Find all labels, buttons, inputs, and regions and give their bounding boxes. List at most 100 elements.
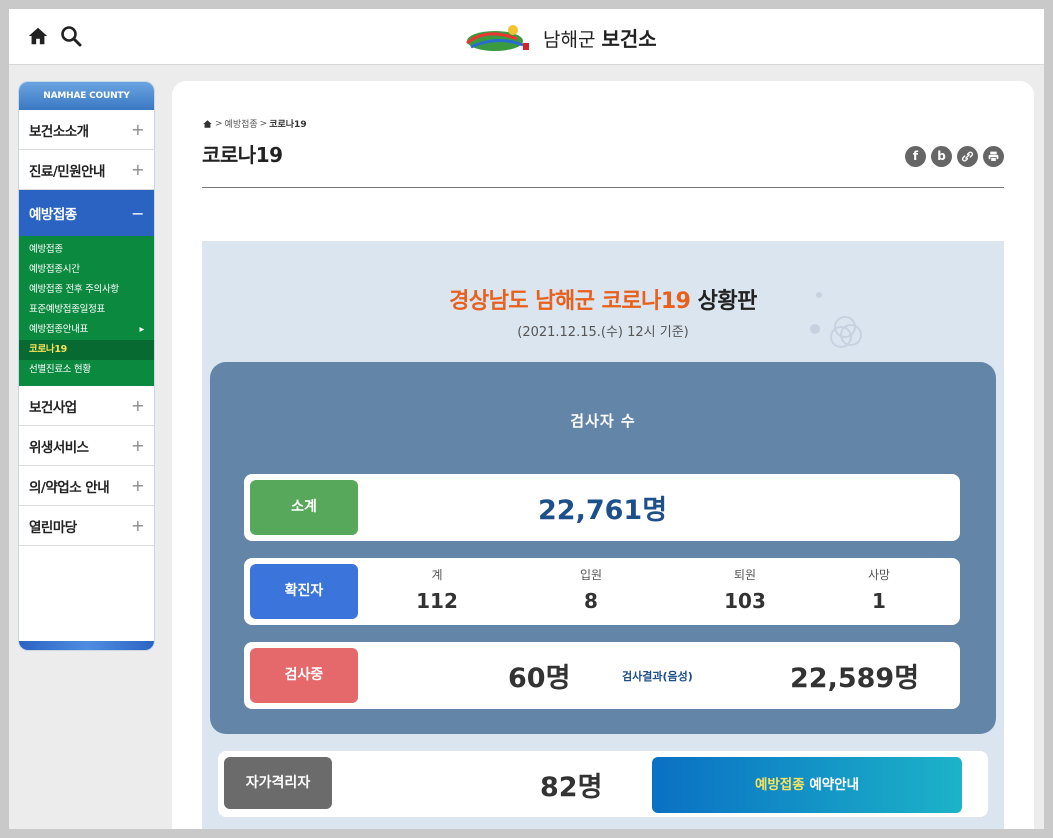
sidebar: NAMHAE COUNTY 보건소소개 + 진료/민원안내 + 예방접종 − 예… — [18, 81, 155, 651]
subnav-item-guide[interactable]: 예방접종안내표 ▸ — [19, 320, 154, 340]
site-title: 남해군 보건소 — [543, 23, 657, 52]
search-icon[interactable] — [59, 24, 83, 48]
confirmed-total: 계 112 — [392, 566, 482, 613]
panel-title: 검사자 수 — [570, 412, 636, 430]
stat-value: 1 — [872, 589, 886, 613]
sidebar-footer — [19, 641, 154, 650]
sidebar-item-label: 열린마당 — [29, 519, 77, 536]
testing-tag: 검사중 — [250, 648, 358, 703]
subnav-item-screening[interactable]: 선별진료소 현황 — [19, 360, 154, 380]
top-bar: 남해군 보건소 — [9, 9, 1044, 65]
sidebar-item-label: 보건소소개 — [29, 123, 89, 140]
stat-label: 퇴원 — [733, 568, 757, 582]
browser-frame: 남해군 보건소 NAMHAE COUNTY 보건소소개 + 진료/민원안내 + … — [9, 9, 1044, 829]
confirmed-tag: 확진자 — [250, 564, 358, 619]
subnav-label: 예방접종 전후 주의사항 — [29, 284, 119, 295]
stat-label: 계 — [431, 568, 443, 582]
subnav-label: 표준예방접종일정표 — [29, 304, 105, 315]
subnav-item-vaccination[interactable]: 예방접종 — [19, 240, 154, 260]
sidebar-item-label: 예방접종 — [29, 207, 77, 223]
test-summary-panel: 검사자 수 소계 22,761명 확진자 계 112 입원 8 퇴원 103 사… — [210, 362, 996, 734]
virus-decoration-icon — [810, 292, 862, 348]
site-title-bold: 보건소 — [601, 26, 657, 51]
county-emblem-icon — [466, 25, 529, 51]
blog-icon[interactable]: b — [931, 146, 952, 167]
confirmed-row: 확진자 계 112 입원 8 퇴원 103 사망 1 — [244, 558, 960, 625]
link-glyph — [961, 151, 974, 162]
stat-value: 8 — [584, 589, 598, 613]
breadcrumb-separator: > — [215, 118, 223, 129]
sidebar-item-label: 위생서비스 — [29, 439, 89, 456]
caret-right-icon: ▸ — [139, 324, 145, 335]
testing-value: 60명 — [508, 663, 571, 694]
stat-label: 사망 — [867, 568, 891, 582]
site-logo[interactable]: 남해군 보건소 — [457, 21, 657, 53]
expand-icon[interactable]: + — [131, 160, 144, 179]
sidebar-item-about[interactable]: 보건소소개 + — [19, 110, 154, 150]
home-icon[interactable] — [27, 25, 49, 47]
breadcrumb-current: 코로나19 — [269, 120, 307, 130]
negative-label: 검사결과(음성) — [622, 670, 693, 683]
sidebar-item-health-projects[interactable]: 보건사업 + — [19, 386, 154, 426]
sidebar-header: NAMHAE COUNTY — [19, 82, 154, 110]
reserve-label: 예약안내 — [804, 777, 860, 793]
main-content: > 예방접종 > 코로나19 코로나19 f b 경상남도 남해군 코로나19 … — [172, 81, 1034, 829]
stat-value: 103 — [724, 589, 766, 613]
subtotal-value: 22,761명 — [538, 495, 668, 526]
subnav-item-hours[interactable]: 예방접종시간 — [19, 260, 154, 280]
confirmed-hospitalized: 입원 8 — [546, 566, 636, 613]
sidebar-item-vaccination[interactable]: 예방접종 − — [19, 190, 154, 236]
breadcrumb-item[interactable]: 예방접종 — [225, 117, 258, 130]
subnav-item-covid19[interactable]: 코로나19 — [19, 340, 154, 360]
confirmed-discharged: 퇴원 103 — [700, 566, 790, 613]
board-title-highlight: 경상남도 남해군 코로나19 — [449, 289, 691, 314]
breadcrumb: > 예방접종 > 코로나19 — [202, 117, 307, 130]
vaccination-reservation-button[interactable]: 예방접종 예약안내 — [652, 757, 962, 813]
link-icon[interactable] — [957, 146, 978, 167]
board-date: (2021.12.15.(수) 12시 기준) — [517, 325, 689, 340]
sidebar-item-label: 진료/민원안내 — [29, 163, 105, 180]
breadcrumb-separator: > — [259, 118, 268, 129]
board-title-tail: 상황판 — [697, 289, 758, 314]
sidebar-item-pharmacy[interactable]: 의/약업소 안내 + — [19, 466, 154, 506]
sidebar-item-label: 보건사업 — [29, 399, 77, 416]
subnav-label: 예방접종 — [29, 244, 63, 255]
home-icon[interactable] — [202, 119, 213, 129]
sidebar-subnav: 예방접종 예방접종시간 예방접종 전후 주의사항 표준예방접종일정표 예방접종안… — [19, 236, 154, 386]
subnav-item-schedule[interactable]: 표준예방접종일정표 — [19, 300, 154, 320]
board-title: 경상남도 남해군 코로나19 상황판 — [202, 283, 1004, 315]
subnav-label: 예방접종시간 — [29, 264, 80, 275]
facebook-icon[interactable]: f — [905, 146, 926, 167]
reserve-highlight: 예방접종 — [754, 777, 805, 793]
print-icon[interactable] — [983, 146, 1004, 167]
subtotal-tag: 소계 — [250, 480, 358, 535]
page-title: 코로나19 — [202, 143, 283, 167]
quarantine-tag: 자가격리자 — [224, 757, 332, 809]
stat-value: 112 — [416, 589, 458, 613]
share-toolbar: f b — [905, 146, 1004, 167]
expand-icon[interactable]: + — [131, 516, 144, 535]
confirmed-deceased: 사망 1 — [834, 566, 924, 613]
sidebar-item-open-forum[interactable]: 열린마당 + — [19, 506, 154, 546]
expand-icon[interactable]: + — [131, 396, 144, 415]
subtotal-row: 소계 22,761명 — [244, 474, 960, 541]
testing-row: 검사중 60명 검사결과(음성) 22,589명 — [244, 642, 960, 709]
subnav-label: 선별진료소 현황 — [29, 364, 91, 375]
print-glyph — [988, 151, 999, 162]
subnav-item-precautions[interactable]: 예방접종 전후 주의사항 — [19, 280, 154, 300]
expand-icon[interactable]: + — [131, 476, 144, 495]
subnav-label: 예방접종안내표 — [29, 324, 89, 335]
site-title-name: 남해군 — [543, 28, 596, 51]
quarantine-row: 자가격리자 82명 예방접종 예약안내 — [218, 751, 988, 817]
expand-icon[interactable]: + — [131, 120, 144, 139]
collapse-icon[interactable]: − — [131, 204, 144, 223]
sidebar-item-clinic[interactable]: 진료/민원안내 + — [19, 150, 154, 190]
quarantine-value: 82명 — [540, 772, 603, 803]
expand-icon[interactable]: + — [131, 436, 144, 455]
covid-status-board: 경상남도 남해군 코로나19 상황판 (2021.12.15.(수) 12시 기… — [202, 241, 1004, 829]
subnav-label: 코로나19 — [29, 344, 67, 355]
stat-label: 입원 — [579, 568, 603, 582]
title-divider — [202, 187, 1004, 188]
negative-value: 22,589명 — [790, 663, 920, 694]
sidebar-item-sanitation[interactable]: 위생서비스 + — [19, 426, 154, 466]
